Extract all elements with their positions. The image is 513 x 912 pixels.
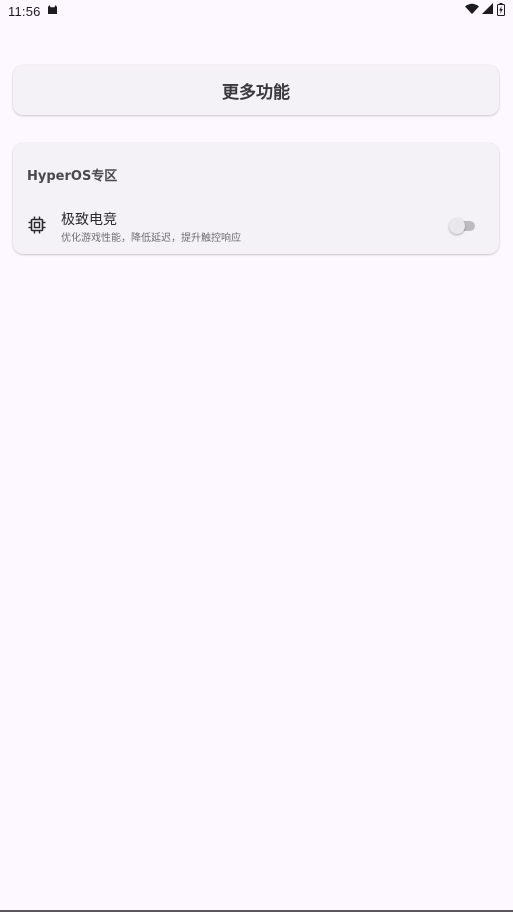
cpu-chip-icon bbox=[27, 215, 47, 235]
setting-subtitle: 优化游戏性能，降低延迟，提升触控响应 bbox=[61, 233, 241, 244]
status-left: 11:56 bbox=[8, 4, 58, 19]
status-bar: 11:56 bbox=[0, 0, 513, 22]
status-time: 11:56 bbox=[8, 3, 41, 19]
section-title: HyperOS专区 bbox=[27, 169, 118, 184]
setting-title: 极致电竞 bbox=[61, 212, 117, 228]
hyperos-section-card: HyperOS专区 极致电竞 优化游戏性能，降低延迟，提升触控响应 bbox=[13, 143, 499, 254]
setting-row-extreme-gaming[interactable]: 极致电竞 优化游戏性能，降低延迟，提升触控响应 bbox=[13, 205, 499, 245]
page-title: 更多功能 bbox=[222, 82, 290, 103]
page-title-card: 更多功能 bbox=[13, 65, 499, 115]
toggle-thumb bbox=[449, 218, 465, 234]
wifi-icon bbox=[465, 3, 479, 19]
extreme-gaming-toggle[interactable] bbox=[449, 218, 475, 234]
battery-icon bbox=[497, 2, 505, 20]
signal-icon bbox=[482, 3, 494, 19]
status-right bbox=[465, 2, 505, 20]
android-cat-icon bbox=[47, 4, 58, 19]
